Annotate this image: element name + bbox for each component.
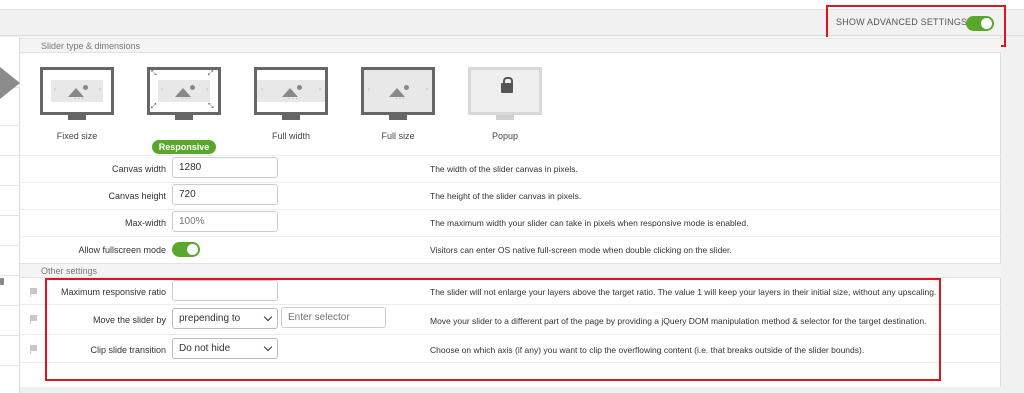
pagination-dots-icon: ··· [395,94,406,103]
canvas-height-description: The height of the slider canvas in pixel… [430,191,582,201]
canvas-width-description: The width of the slider canvas in pixels… [430,164,578,174]
divider [0,365,20,366]
row-divider [20,209,1001,210]
small-lock-icon [0,278,4,285]
row-divider [20,155,1001,156]
resize-arrow-icon: ⤡ [151,70,157,77]
slider-type-responsive[interactable]: ‹ › ··· ⤡ ⤢ ⤢ ⤡ Responsive [147,67,221,154]
highlight-box-other-settings [45,278,941,381]
chevron-left-icon: ‹ [161,87,163,93]
divider [0,335,20,336]
divider [0,215,20,216]
monitor-fullwidth-icon: ‹ › ··· [254,67,328,115]
monitor-popup-lock-icon [468,67,542,115]
chevron-left-icon: ‹ [368,87,370,93]
slider-type-label: Popup [491,131,519,141]
monitor-fullsize-icon: ‹ › ··· [361,67,435,115]
section-header-bar [20,38,1001,53]
divider [0,305,20,306]
slider-type-label: Fixed size [56,131,98,141]
slider-type-fullwidth[interactable]: ‹ › ··· Full width [254,67,328,141]
chevron-right-icon: › [319,87,321,93]
monitor-stand [496,115,514,120]
section-title-other: Other settings [41,266,98,276]
flag-icon [30,315,37,324]
fullscreen-toggle[interactable] [172,242,200,257]
monitor-stand [389,115,407,120]
resize-arrow-icon: ⤢ [151,103,157,110]
monitor-stand [68,115,86,120]
chevron-right-icon: › [426,87,428,93]
divider [0,275,20,276]
monitor-stand [282,115,300,120]
pagination-dots-icon: ··· [288,94,299,103]
canvas-height-label: Canvas height [108,191,166,201]
section-header-bar [20,263,1001,278]
chevron-left-icon: ‹ [261,87,263,93]
monitor-stand [175,115,193,120]
monitor-responsive-icon: ‹ › ··· ⤡ ⤢ ⤢ ⤡ [147,67,221,115]
sun-icon [297,85,302,90]
divider [0,245,20,246]
section-title-type-dimensions: Slider type & dimensions [41,41,141,51]
flag-icon [30,288,37,297]
slider-type-fullsize[interactable]: ‹ › ··· Full size [361,67,435,141]
max-width-input[interactable] [172,211,278,232]
canvas-width-input[interactable] [172,157,278,178]
max-width-description: The maximum width your slider can take i… [430,218,749,228]
fullscreen-description: Visitors can enter OS native full-screen… [430,245,732,255]
flag-icon [30,345,37,354]
chevron-left-icon: ‹ [54,87,56,93]
row-divider [20,182,1001,183]
chevron-right-icon: › [206,87,208,93]
divider [0,155,20,156]
canvas-height-input[interactable] [172,184,278,205]
max-width-label: Max-width [124,218,166,228]
divider [0,125,20,126]
sun-icon [190,85,195,90]
pagination-dots-icon: ··· [181,94,192,103]
slider-type-popup[interactable]: Popup [468,67,542,141]
active-pointer-arrow [0,67,20,99]
resize-arrow-icon: ⤢ [208,70,214,77]
divider [0,185,20,186]
slider-type-label: Full width [271,131,310,141]
slider-type-fixed[interactable]: ‹ › ··· Fixed size [40,67,114,141]
row-divider [20,236,1001,237]
sun-icon [83,85,88,90]
slider-type-label: Full size [381,131,415,141]
canvas-width-label: Canvas width [111,164,166,174]
fullscreen-label: Allow fullscreen mode [78,245,166,255]
resize-arrow-icon: ⤡ [208,103,214,110]
monitor-fixed-icon: ‹ › ··· [40,67,114,115]
lock-icon [501,77,513,93]
slider-type-label-active: Responsive [151,140,217,154]
chevron-right-icon: › [99,87,101,93]
toggle-knob [187,244,198,255]
pagination-dots-icon: ··· [74,94,85,103]
sun-icon [404,85,409,90]
